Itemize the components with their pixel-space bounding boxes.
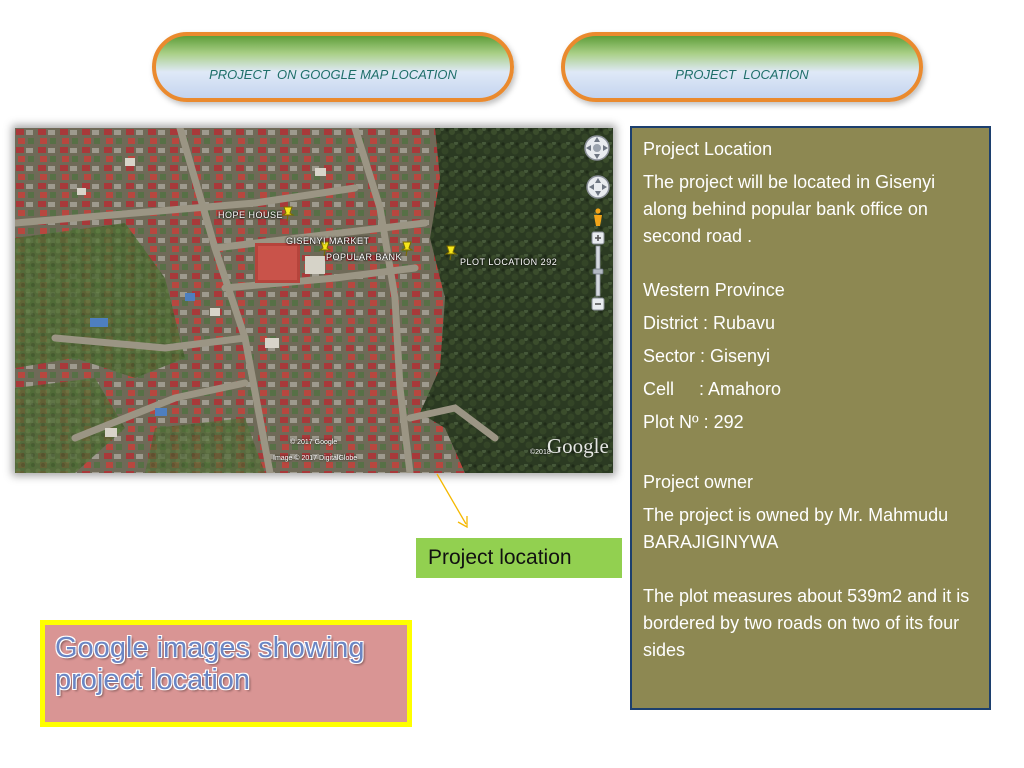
project-info-panel: Project Location The project will be loc… [630, 126, 991, 710]
info-heading: Project Location [643, 139, 773, 159]
info-sector: Sector : Gisenyi [643, 346, 771, 366]
map-label-hope-house: HOPE HOUSE [218, 210, 284, 220]
map-copyright-imagery: Image © 2017 DigitalGlobe [273, 455, 358, 462]
map-label-gisenyi-market: GISENYI MARKET [286, 236, 370, 246]
satellite-imagery [15, 128, 613, 473]
popular-bank-pin-icon[interactable] [400, 241, 414, 257]
caption-box: Google images showing project location [40, 620, 412, 727]
caption-line-1: Google images showing [55, 632, 365, 664]
info-owner-heading: Project owner [643, 472, 754, 492]
zoom-slider[interactable] [591, 231, 605, 311]
info-district: District : Rubavu [643, 313, 776, 333]
caption-line-2: project location [55, 664, 251, 696]
street-view-pegman-icon[interactable] [592, 208, 604, 226]
pan-control-icon[interactable] [585, 174, 611, 200]
info-plot-measure: The plot measures about 539m2 and it is … [643, 586, 970, 660]
project-location-callout-text: Project location [428, 546, 572, 569]
satellite-map[interactable]: HOPE HOUSE GISENYI MARKET POPULAR BANK P… [15, 128, 613, 473]
tab-google-map-location[interactable]: PROJECT ON GOOGLE MAP LOCATION [152, 32, 514, 102]
map-copyright-google: © 2017 Google [290, 439, 338, 446]
plot-location-pin-icon[interactable] [444, 245, 458, 261]
info-province: Western Province [643, 280, 785, 300]
project-location-callout: Project location [416, 538, 622, 578]
hope-house-pin-icon[interactable] [281, 206, 295, 222]
tab-project-location[interactable]: PROJECT LOCATION [561, 32, 923, 102]
info-cell: Cell : Amahoro [643, 379, 782, 399]
tab-project-location-label: PROJECT LOCATION [675, 66, 809, 82]
info-owner-text: The project is owned by Mr. Mahmudu BARA… [643, 505, 949, 552]
look-around-control-icon[interactable] [583, 134, 611, 162]
tab-google-map-location-label: PROJECT ON GOOGLE MAP LOCATION [209, 66, 457, 82]
info-plot: Plot Nº : 292 [643, 412, 744, 432]
map-label-popular-bank: POPULAR BANK [326, 252, 403, 262]
info-description: The project will be located in Gisenyi a… [643, 172, 936, 246]
map-label-plot-location: PLOT LOCATION 292 [460, 257, 558, 267]
google-watermark: Google [547, 434, 609, 458]
callout-arrow-icon [436, 473, 468, 529]
